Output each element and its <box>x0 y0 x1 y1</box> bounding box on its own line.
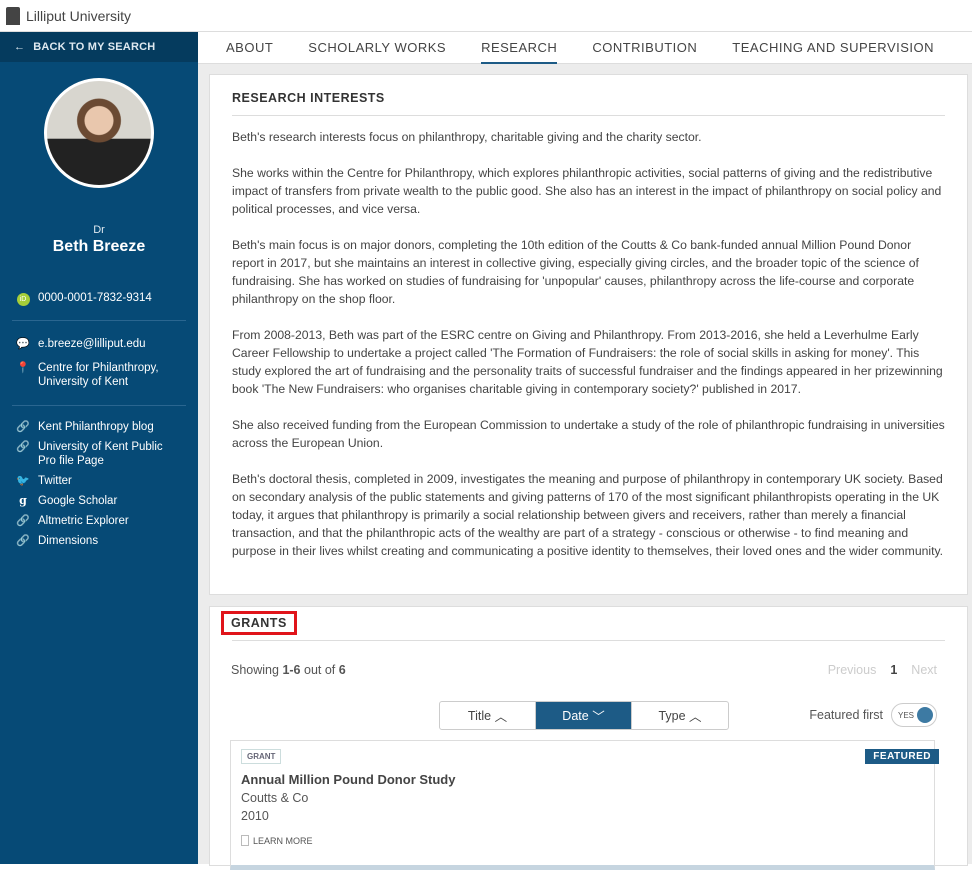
link-kent-profile[interactable]: 🔗 University of Kent Public Pro file Page <box>12 440 186 468</box>
featured-first-control: Featured first YES <box>809 703 937 727</box>
link-twitter[interactable]: 🐦 Twitter <box>12 474 186 488</box>
orcid-row[interactable]: iD 0000-0001-7832-9314 <box>12 291 186 306</box>
featured-badge: FEATURED <box>865 749 939 764</box>
arrow-left-icon: ← <box>14 41 26 53</box>
tab-about[interactable]: ABOUT <box>226 32 273 64</box>
results-count: Showing 1-6 out of 6 <box>231 663 346 677</box>
profile-sidebar: ← BACK TO MY SEARCH Dr Beth Breeze iD 0000… <box>0 32 198 864</box>
email-link[interactable]: 💬 e.breeze@lilliput.edu <box>12 337 186 351</box>
featured-first-label: Featured first <box>809 708 883 722</box>
profile-photo <box>44 78 154 188</box>
top-bar: Lilliput University <box>0 0 972 32</box>
learn-more-link[interactable]: LEARN MORE <box>241 835 313 846</box>
grants-card: GRANTS Showing 1-6 out of 6 Previous 1 N… <box>209 606 968 870</box>
main-content: RESEARCH INTERESTS Beth's research inter… <box>198 64 972 870</box>
grant-title[interactable]: Annual Million Pound Donor Study <box>241 772 455 787</box>
chevron-up-icon: ︿ <box>494 710 508 724</box>
link-dimensions[interactable]: 🔗 Dimensions <box>12 534 186 548</box>
tab-research[interactable]: RESEARCH <box>481 32 558 64</box>
person-title: Dr <box>93 224 105 236</box>
research-interests-card: RESEARCH INTERESTS Beth's research inter… <box>209 74 968 595</box>
chevron-up-icon: ︿ <box>689 710 702 724</box>
orcid-value: 0000-0001-7832-9314 <box>38 292 152 304</box>
link-icon: 🔗 <box>16 515 30 527</box>
tab-scholarly-works[interactable]: SCHOLARLY WORKS <box>308 32 446 64</box>
map-pin-icon: 📍 <box>16 362 30 374</box>
grant-funder: Coutts & Co <box>241 791 309 805</box>
featured-first-toggle[interactable]: YES <box>891 703 937 727</box>
tab-teaching-supervision[interactable]: TEACHING AND SUPERVISION <box>732 32 934 64</box>
link-icon: 🔗 <box>16 441 30 453</box>
link-kent-blog[interactable]: 🔗 Kent Philanthropy blog <box>12 420 186 434</box>
google-scholar-icon: g <box>19 494 27 507</box>
person-name: Beth Breeze <box>52 238 146 255</box>
paragraph: From 2008-2013, Beth was part of the ESR… <box>232 328 943 396</box>
location: 📍 Centre for Philanthropy, University of … <box>16 362 159 388</box>
orcid-icon: iD <box>16 293 30 306</box>
grant-year: 2010 <box>241 809 269 823</box>
research-text: Beth's research interests focus on phila… <box>232 128 945 560</box>
paragraph: Beth's research interests focus on phila… <box>232 130 702 144</box>
paragraph: Beth's doctoral thesis, completed in 200… <box>232 472 944 558</box>
chat-bubble-icon: 💬 <box>16 338 30 350</box>
grants-heading: GRANTS <box>221 611 297 635</box>
chevron-down-icon: ﹀ <box>592 710 605 724</box>
next-page-button[interactable]: Next <box>911 663 937 677</box>
university-logo-icon <box>6 6 20 25</box>
grant-item[interactable]: GRANT FEATURED Annual Million Pound Dono… <box>230 740 939 870</box>
previous-page-button[interactable]: Previous <box>828 663 877 677</box>
link-google-scholar[interactable]: g Google Scholar <box>12 494 186 508</box>
link-icon: 🔗 <box>16 421 30 433</box>
link-altmetric[interactable]: 🔗 Altmetric Explorer <box>12 514 186 528</box>
document-icon <box>241 835 249 846</box>
grant-type-badge: GRANT <box>241 749 282 764</box>
paragraph: She also received funding from the Europ… <box>232 418 945 450</box>
back-label: BACK TO MY SEARCH <box>33 41 156 53</box>
paragraph: She works within the Centre for Philanth… <box>232 166 942 216</box>
sort-type-button[interactable]: Type ︿ <box>632 702 728 729</box>
sort-options: Title ︿ Date ﹀ Type ︿ <box>439 701 729 730</box>
pagination: Previous 1 Next <box>828 663 937 677</box>
app-title[interactable]: Lilliput University <box>26 8 131 24</box>
twitter-icon: 🐦 <box>16 475 30 487</box>
tab-contribution[interactable]: CONTRIBUTION <box>592 32 697 64</box>
sort-date-button[interactable]: Date ﹀ <box>536 702 632 729</box>
page-1-button[interactable]: 1 <box>890 663 897 677</box>
sort-title-button[interactable]: Title ︿ <box>440 702 536 729</box>
profile-tabs: ABOUT SCHOLARLY WORKS RESEARCH CONTRIBUT… <box>198 32 972 64</box>
back-to-search-button[interactable]: ← BACK TO MY SEARCH <box>0 32 198 62</box>
link-icon: 🔗 <box>16 535 30 547</box>
research-interests-heading: RESEARCH INTERESTS <box>232 75 945 116</box>
paragraph: Beth's main focus is on major donors, co… <box>232 238 919 306</box>
